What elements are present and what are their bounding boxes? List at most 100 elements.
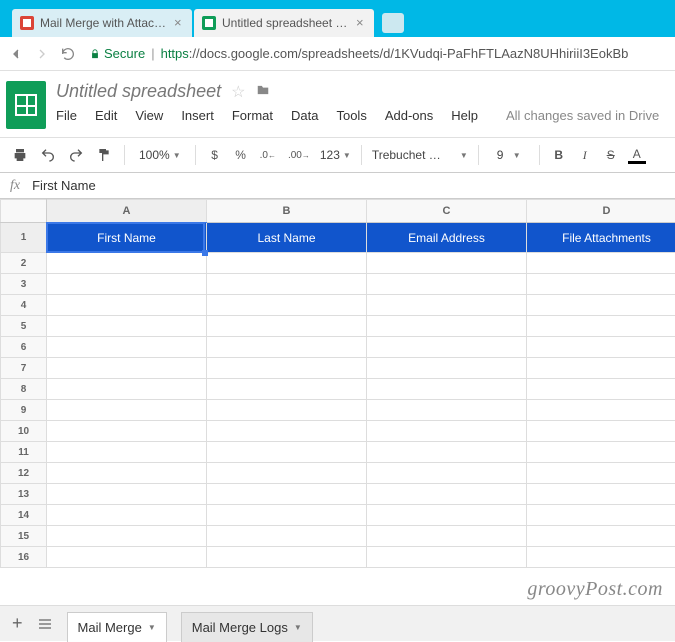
menu-format[interactable]: Format	[232, 108, 273, 123]
sheet-tab-mail-merge-logs[interactable]: Mail Merge Logs ▼	[181, 612, 313, 642]
cell[interactable]	[527, 337, 675, 358]
cell[interactable]	[47, 526, 207, 547]
cell[interactable]	[367, 484, 527, 505]
close-icon[interactable]: ×	[174, 18, 184, 28]
number-format-select[interactable]: 123 ▼	[320, 148, 351, 162]
cell[interactable]	[367, 400, 527, 421]
cell[interactable]	[527, 379, 675, 400]
forward-button[interactable]	[34, 46, 50, 62]
cell[interactable]	[207, 547, 367, 568]
cell[interactable]	[367, 526, 527, 547]
cell[interactable]	[47, 547, 207, 568]
decrease-decimal-button[interactable]: .0←	[258, 144, 278, 166]
menu-view[interactable]: View	[135, 108, 163, 123]
close-icon[interactable]: ×	[356, 18, 366, 28]
cell[interactable]	[207, 484, 367, 505]
header-cell[interactable]: File Attachments	[527, 223, 675, 253]
cell[interactable]	[47, 463, 207, 484]
browser-tab-1[interactable]: Mail Merge with Attachm ×	[12, 9, 192, 37]
row-header[interactable]: 15	[1, 526, 47, 547]
cell[interactable]	[367, 379, 527, 400]
cell[interactable]	[367, 358, 527, 379]
cell[interactable]	[527, 505, 675, 526]
row-header[interactable]: 9	[1, 400, 47, 421]
folder-icon[interactable]	[255, 83, 271, 100]
column-header-d[interactable]: D	[527, 200, 675, 223]
print-button[interactable]	[10, 144, 30, 166]
cell[interactable]	[47, 379, 207, 400]
cell[interactable]	[207, 337, 367, 358]
header-cell[interactable]: Last Name	[207, 223, 367, 253]
cell[interactable]	[367, 505, 527, 526]
currency-button[interactable]: $	[206, 144, 224, 166]
cell[interactable]	[527, 484, 675, 505]
cell[interactable]	[207, 400, 367, 421]
row-header[interactable]: 10	[1, 421, 47, 442]
row-header[interactable]: 8	[1, 379, 47, 400]
cell[interactable]	[367, 421, 527, 442]
chevron-down-icon[interactable]: ▼	[294, 623, 302, 632]
cell[interactable]	[367, 274, 527, 295]
cell[interactable]	[367, 295, 527, 316]
cell[interactable]	[527, 526, 675, 547]
cell[interactable]	[527, 547, 675, 568]
row-header[interactable]: 11	[1, 442, 47, 463]
select-all-corner[interactable]	[1, 200, 47, 223]
row-header[interactable]: 16	[1, 547, 47, 568]
cell[interactable]	[207, 442, 367, 463]
cell[interactable]	[207, 463, 367, 484]
italic-button[interactable]: I	[576, 144, 594, 166]
cell[interactable]	[527, 295, 675, 316]
selection-handle[interactable]	[202, 250, 208, 256]
grid-area[interactable]: ABCD1First NameLast NameEmail AddressFil…	[0, 199, 675, 568]
cell[interactable]	[527, 316, 675, 337]
cell[interactable]	[47, 316, 207, 337]
menu-help[interactable]: Help	[451, 108, 478, 123]
cell[interactable]	[527, 274, 675, 295]
cell[interactable]	[47, 505, 207, 526]
text-color-button[interactable]: A	[628, 146, 646, 164]
chevron-down-icon[interactable]: ▼	[148, 623, 156, 632]
cell[interactable]	[207, 358, 367, 379]
header-cell[interactable]: First Name	[47, 223, 207, 253]
font-family-select[interactable]: Trebuchet … ▼	[372, 148, 468, 162]
cell[interactable]	[527, 400, 675, 421]
cell[interactable]	[367, 337, 527, 358]
cell[interactable]	[367, 316, 527, 337]
document-title[interactable]: Untitled spreadsheet	[56, 81, 221, 102]
row-header[interactable]: 13	[1, 484, 47, 505]
cell[interactable]	[527, 358, 675, 379]
menu-edit[interactable]: Edit	[95, 108, 117, 123]
strikethrough-button[interactable]: S	[602, 144, 620, 166]
back-button[interactable]	[8, 46, 24, 62]
percent-button[interactable]: %	[232, 144, 250, 166]
browser-tab-2[interactable]: Untitled spreadsheet - Go ×	[194, 9, 374, 37]
cell[interactable]	[207, 295, 367, 316]
cell[interactable]	[367, 547, 527, 568]
cell[interactable]	[207, 526, 367, 547]
all-sheets-button[interactable]	[37, 616, 53, 632]
cell[interactable]	[367, 253, 527, 274]
cell[interactable]	[47, 337, 207, 358]
header-cell[interactable]: Email Address	[367, 223, 527, 253]
row-header[interactable]: 12	[1, 463, 47, 484]
cell[interactable]	[47, 358, 207, 379]
column-header-b[interactable]: B	[207, 200, 367, 223]
menu-file[interactable]: File	[56, 108, 77, 123]
sheet-tab-mail-merge[interactable]: Mail Merge ▼	[67, 612, 167, 642]
row-header[interactable]: 5	[1, 316, 47, 337]
bold-button[interactable]: B	[550, 144, 568, 166]
font-size-select[interactable]: 9 ▼	[489, 148, 529, 162]
cell[interactable]	[47, 421, 207, 442]
cell[interactable]	[527, 421, 675, 442]
cell[interactable]	[207, 379, 367, 400]
formula-input[interactable]: First Name	[32, 178, 96, 193]
menu-tools[interactable]: Tools	[336, 108, 366, 123]
cell[interactable]	[47, 484, 207, 505]
cell[interactable]	[207, 421, 367, 442]
row-header[interactable]: 7	[1, 358, 47, 379]
column-header-c[interactable]: C	[367, 200, 527, 223]
row-header[interactable]: 2	[1, 253, 47, 274]
column-header-a[interactable]: A	[47, 200, 207, 223]
menu-data[interactable]: Data	[291, 108, 318, 123]
